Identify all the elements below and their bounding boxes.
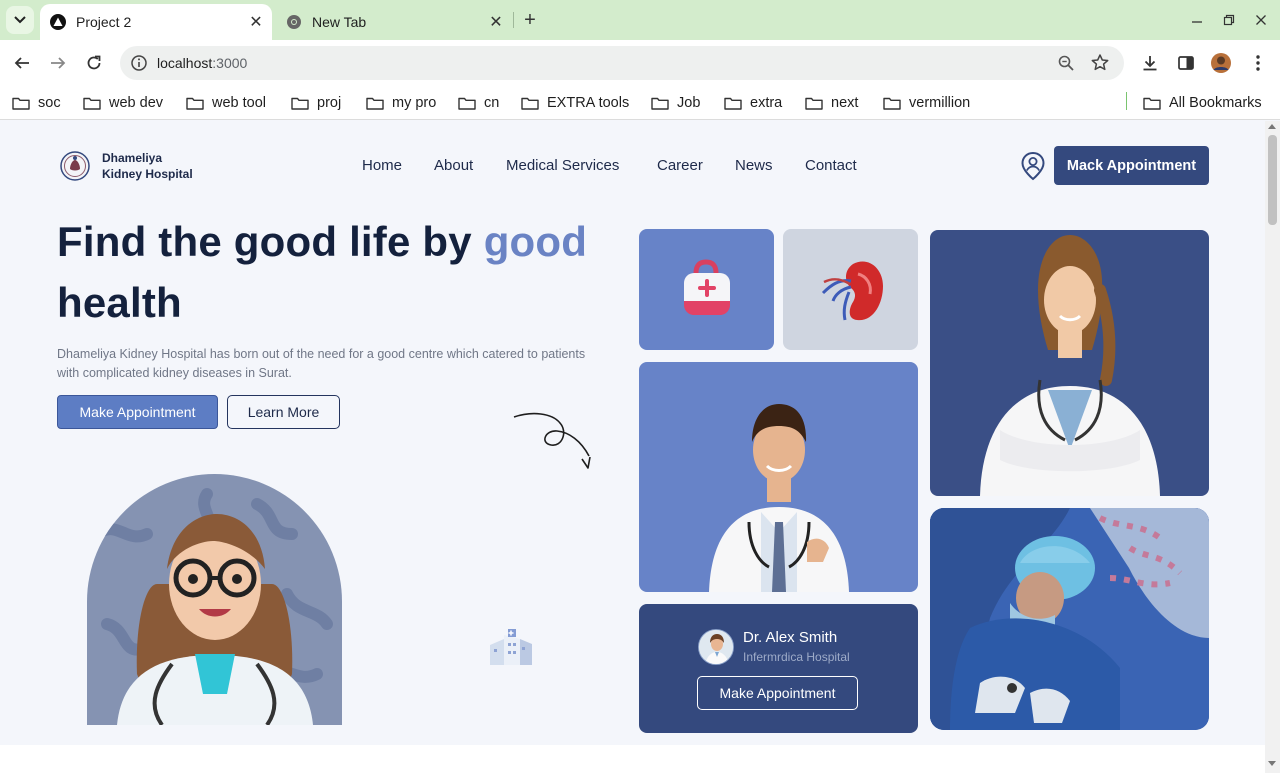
tab-project-2[interactable]: Project 2 ✕: [40, 4, 272, 40]
nav-medical-services[interactable]: Medical Services: [506, 157, 619, 174]
tab-new-tab[interactable]: New Tab ✕: [276, 4, 512, 40]
address-bar[interactable]: localhost:3000: [120, 46, 1124, 80]
tab-search-button[interactable]: [6, 6, 34, 34]
tab-divider: [513, 12, 514, 28]
bookmarks-bar: soc web dev web tool proj my pro cn EXTR…: [0, 86, 1280, 120]
folder-icon: [12, 97, 30, 110]
close-window-icon[interactable]: [1251, 10, 1271, 30]
bookmark-folder[interactable]: vermillion: [883, 92, 970, 114]
scroll-thumb[interactable]: [1268, 135, 1277, 225]
kidney-tile: [783, 229, 918, 350]
bookmark-folder[interactable]: cn: [458, 92, 499, 114]
folder-icon: [651, 97, 669, 110]
reload-icon[interactable]: [80, 49, 108, 77]
bookmark-folder[interactable]: extra: [724, 92, 782, 114]
doctor-avatar: [698, 629, 734, 665]
minimize-icon[interactable]: [1187, 10, 1207, 30]
bookmark-folder[interactable]: Job: [651, 92, 700, 114]
bookmark-folder[interactable]: web tool: [186, 92, 266, 114]
first-aid-kit-tile: [639, 229, 774, 350]
hospital-building-icon: [490, 629, 532, 665]
bookmark-folder[interactable]: web dev: [83, 92, 163, 114]
url-text[interactable]: localhost:3000: [157, 55, 247, 71]
nav-news[interactable]: News: [735, 157, 773, 174]
bookmark-folder[interactable]: my pro: [366, 92, 436, 114]
tab-strip: Project 2 ✕ New Tab ✕ +: [0, 0, 1280, 40]
card-appointment-button[interactable]: Make Appointment: [697, 676, 858, 710]
folder-icon: [1143, 97, 1161, 110]
bookmark-star-icon[interactable]: [1089, 52, 1111, 74]
bookmark-folder[interactable]: next: [805, 92, 858, 114]
folder-icon: [291, 97, 309, 110]
bookmark-folder[interactable]: EXTRA tools: [521, 92, 629, 114]
bookmarks-divider: [1126, 92, 1127, 110]
download-icon[interactable]: [1136, 49, 1164, 77]
web-page: Dhameliya Kidney Hospital Home About Med…: [0, 121, 1265, 773]
kidney-icon: [821, 261, 883, 321]
surgery-image: [930, 508, 1209, 730]
doctor-hospital: Infermrdica Hospital: [743, 650, 850, 664]
folder-icon: [83, 97, 101, 110]
logo-text: Dhameliya Kidney Hospital: [102, 151, 193, 181]
site-logo[interactable]: Dhameliya Kidney Hospital: [60, 147, 193, 185]
header-appointment-button[interactable]: Mack Appointment: [1054, 146, 1209, 185]
page-scrollbar[interactable]: [1265, 121, 1280, 773]
nav-home[interactable]: Home: [362, 157, 402, 174]
new-tab-button[interactable]: +: [518, 8, 542, 32]
folder-icon: [521, 97, 539, 110]
triangle-favicon-icon: [50, 14, 66, 30]
tab-title: Project 2: [76, 14, 132, 30]
nav-contact[interactable]: Contact: [805, 157, 857, 174]
chevron-down-icon: [14, 16, 26, 24]
tab-title: New Tab: [312, 14, 367, 30]
scroll-up-arrow-icon[interactable]: [1268, 124, 1276, 129]
profile-avatar[interactable]: [1207, 49, 1235, 77]
location-pin-icon[interactable]: [1019, 151, 1047, 181]
close-tab-icon[interactable]: ✕: [246, 12, 266, 32]
next-section-band: [0, 745, 1265, 773]
folder-icon: [883, 97, 901, 110]
restore-icon[interactable]: [1219, 10, 1239, 30]
female-doctor-image: [930, 230, 1209, 496]
zoom-icon[interactable]: [1056, 53, 1076, 73]
forward-arrow-icon[interactable]: [44, 49, 72, 77]
hero-title: Find the good life by good health: [57, 218, 588, 326]
folder-icon: [458, 97, 476, 110]
folder-icon: [366, 97, 384, 110]
male-doctor-image: [639, 362, 918, 592]
nav-about[interactable]: About: [434, 157, 473, 174]
folder-icon: [724, 97, 742, 110]
close-tab-icon[interactable]: ✕: [486, 12, 506, 32]
chrome-favicon-icon: [286, 14, 302, 30]
scroll-down-arrow-icon[interactable]: [1268, 761, 1276, 766]
folder-icon: [186, 97, 204, 110]
doctor-card: Dr. Alex Smith Infermrdica Hospital Make…: [639, 604, 918, 733]
hospital-seal-icon: [60, 151, 90, 181]
site-info-icon[interactable]: [129, 53, 149, 73]
all-bookmarks[interactable]: All Bookmarks: [1143, 92, 1262, 114]
nav-career[interactable]: Career: [657, 157, 703, 174]
bookmark-folder[interactable]: soc: [12, 92, 61, 114]
folder-icon: [805, 97, 823, 110]
make-appointment-button[interactable]: Make Appointment: [57, 395, 218, 429]
browser-toolbar: localhost:3000: [0, 40, 1280, 86]
more-menu-icon[interactable]: [1244, 49, 1272, 77]
curly-arrow-icon: [513, 412, 591, 469]
doctor-name: Dr. Alex Smith: [743, 629, 838, 646]
side-panel-icon[interactable]: [1172, 49, 1200, 77]
first-aid-kit-icon: [684, 259, 730, 315]
back-arrow-icon[interactable]: [8, 49, 36, 77]
bookmark-folder[interactable]: proj: [291, 92, 341, 114]
hero-description: Dhameliya Kidney Hospital has born out o…: [57, 347, 586, 380]
doctor-avatar-illustration: [87, 474, 342, 725]
learn-more-button[interactable]: Learn More: [227, 395, 340, 429]
